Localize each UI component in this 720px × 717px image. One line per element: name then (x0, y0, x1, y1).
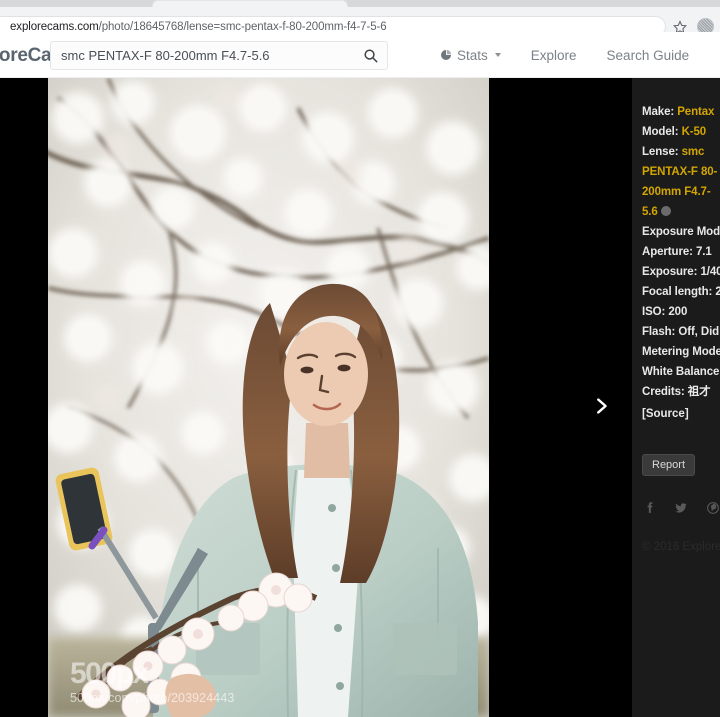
omnibox-row: explorecams.com/photo/18645768/lense=smc… (0, 7, 720, 37)
url-path: /photo/18645768/lense=smc-pentax-f-80-20… (98, 20, 387, 33)
photo-image (48, 78, 489, 717)
source-link[interactable]: [Source] (642, 404, 720, 424)
nav-item-stats[interactable]: Stats (440, 48, 501, 63)
footer-copyright: © 2016 ExploreCams (642, 541, 720, 553)
meta-label-metering-mode: Metering Mode: (642, 346, 720, 358)
search-icon (363, 49, 377, 63)
meta-label-flash: Flash: (642, 326, 676, 338)
meta-row: Flash: Off, Did not fire (642, 322, 720, 342)
photo-metadata-panel: Make: Pentax Model: K-50 Lense: smc PENT… (632, 78, 720, 717)
meta-label-make: Make: (642, 106, 675, 118)
meta-value-aperture: 7.1 (695, 246, 712, 258)
meta-row: Focal length: 200mm (642, 282, 720, 302)
meta-value-credits: 祖才 (687, 386, 711, 398)
meta-label-iso: ISO: (642, 306, 666, 318)
meta-row: Metering Mode: Multi-segment (642, 342, 720, 362)
meta-value-iso: 200 (668, 306, 688, 318)
globe-icon[interactable] (660, 206, 671, 216)
next-photo-button[interactable] (582, 384, 620, 428)
meta-row: Aperture: 7.1 (642, 242, 720, 262)
social-share-row (642, 500, 720, 515)
meta-row: ISO: 200 (642, 302, 720, 322)
meta-label-model: Model: (642, 126, 679, 138)
nav-item-explore-label: Explore (530, 47, 577, 63)
chevron-down-icon (494, 53, 501, 57)
meta-label-exposure-mode: Exposure Mode: (642, 226, 720, 238)
search-form (50, 41, 388, 70)
search-input[interactable] (51, 48, 353, 63)
nav-item-search-guide[interactable]: Search Guide (607, 48, 690, 63)
meta-label-lense: Lense: (642, 146, 679, 158)
meta-label-white-balance: White Balance: (642, 366, 720, 378)
search-button[interactable] (353, 42, 387, 69)
meta-value-exposure: 1/400 (700, 266, 720, 278)
meta-row: Credits: 祖才 (642, 382, 720, 402)
meta-value-make[interactable]: Pentax (677, 106, 714, 118)
meta-row: Make: Pentax (642, 102, 720, 122)
meta-label-credits: Credits: (642, 386, 685, 398)
photo-viewer[interactable]: 500px 500px.com/photo/203924443 (48, 78, 489, 717)
nav-item-explore[interactable]: Explore (531, 48, 577, 63)
meta-value-flash: Off, Did not fire (678, 326, 720, 338)
meta-row: White Balance: Auto (642, 362, 720, 382)
twitter-icon[interactable] (674, 500, 688, 515)
nav-item-stats-label: Stats (457, 47, 488, 63)
browser-tab[interactable] (152, 0, 348, 7)
pie-chart-icon (440, 49, 452, 61)
meta-value-model[interactable]: K-50 (682, 126, 707, 138)
meta-label-aperture: Aperture: (642, 246, 693, 258)
facebook-icon[interactable] (642, 500, 656, 515)
meta-label-exposure: Exposure: (642, 266, 698, 278)
page-body: 500px 500px.com/photo/203924443 Make: Pe… (0, 78, 720, 717)
url-host: explorecams.com (10, 20, 99, 33)
meta-value-focal-length: 200mm (715, 286, 720, 298)
meta-row: Model: K-50 (642, 122, 720, 142)
meta-label-focal-length: Focal length: (642, 286, 713, 298)
site-header: ExploreCams Stats Explore Search Guide (0, 32, 720, 78)
chevron-right-icon (597, 398, 607, 414)
tab-strip (0, 0, 720, 7)
meta-row: Exposure Mode: Manual (642, 222, 720, 242)
meta-row: Lense: smc PENTAX-F 80-200mm F4.7-5.6 (642, 142, 720, 222)
pinterest-icon[interactable] (706, 500, 720, 515)
url-text: explorecams.com/photo/18645768/lense=smc… (10, 21, 387, 33)
nav-item-search-guide-label: Search Guide (606, 47, 690, 63)
report-button[interactable]: Report (642, 454, 696, 476)
meta-row: Exposure: 1/400 (642, 262, 720, 282)
browser-chrome: explorecams.com/photo/18645768/lense=smc… (0, 0, 720, 37)
main-nav: Stats Explore Search Guide (440, 32, 689, 78)
